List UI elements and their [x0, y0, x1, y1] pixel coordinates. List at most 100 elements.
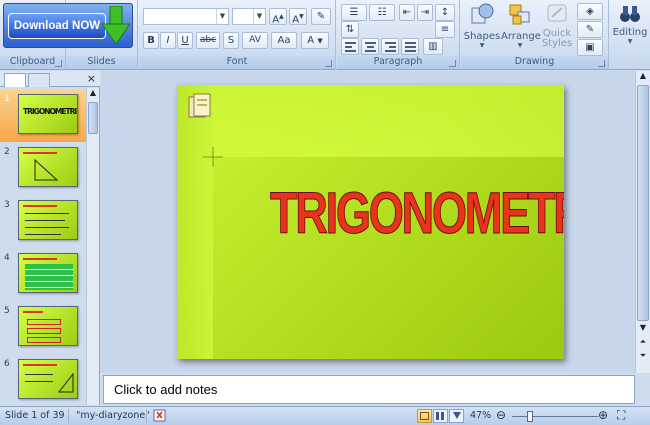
- zoom-level[interactable]: 47%: [470, 410, 491, 421]
- shapes-icon: [471, 3, 494, 24]
- shrink-font-button[interactable]: A▼: [289, 8, 307, 25]
- zoom-out-icon[interactable]: ⊖: [496, 408, 506, 422]
- slide-title[interactable]: TRIGONOMETRI: [270, 180, 564, 248]
- thumb-line: [25, 374, 53, 375]
- status-divider: [68, 409, 69, 423]
- numbered-list-icon: ☷: [377, 7, 387, 18]
- slide-preview: [18, 306, 78, 346]
- previous-slide-icon[interactable]: ⏶: [636, 337, 650, 349]
- spelling-icon: [153, 409, 166, 422]
- slide-preview: [18, 253, 78, 293]
- slide-canvas[interactable]: TRIGONOMETRI: [177, 85, 564, 359]
- align-right-button[interactable]: [381, 38, 399, 55]
- paragraph-launcher-icon[interactable]: [449, 60, 456, 67]
- slide-show-icon: [452, 412, 461, 419]
- bold-button[interactable]: B: [143, 32, 159, 49]
- drawing-group-label: Drawing: [461, 56, 608, 69]
- scroll-thumb[interactable]: [88, 102, 98, 134]
- slide-number: 1: [4, 94, 10, 104]
- align-text-icon: ≡: [440, 24, 450, 35]
- line-spacing-button[interactable]: ↕: [435, 4, 455, 21]
- notes-pane[interactable]: Click to add notes: [103, 375, 635, 404]
- columns-button[interactable]: ▥: [423, 38, 443, 55]
- slides-pane-scrollbar[interactable]: ▲: [86, 88, 99, 405]
- fit-to-window-icon[interactable]: ⛶: [617, 408, 625, 423]
- line-spacing-icon: ↕: [440, 7, 450, 18]
- slide-sorter-view-button[interactable]: [433, 409, 448, 423]
- text-shadow-button[interactable]: S: [223, 32, 239, 49]
- increase-indent-button[interactable]: ⇥: [417, 4, 433, 21]
- slide-thumbnail-6[interactable]: 6: [0, 355, 86, 405]
- clear-formatting-button[interactable]: ✎: [311, 8, 331, 25]
- font-color-label: A: [307, 35, 315, 46]
- shapes-button[interactable]: Shapes ▼: [463, 2, 501, 49]
- change-case-button[interactable]: Aa: [271, 32, 297, 49]
- next-slide-icon[interactable]: ⏷: [636, 351, 650, 363]
- italic-button[interactable]: I: [160, 32, 176, 49]
- shape-effects-button[interactable]: ▣: [577, 39, 603, 56]
- bullets-button[interactable]: ☰: [341, 4, 367, 21]
- strikethrough-button[interactable]: abc: [196, 32, 220, 49]
- normal-view-button[interactable]: [417, 409, 432, 423]
- align-center-button[interactable]: [361, 38, 379, 55]
- slides-pane: × 1 TRIGONOMETRI 2 3 4 5 6 ▲: [0, 71, 100, 405]
- slide-thumbnail-1[interactable]: 1 TRIGONOMETRI: [0, 90, 86, 142]
- download-arrow-icon: [102, 6, 130, 45]
- thumb-box: [27, 337, 61, 343]
- ribbon: Clipboard Slides Download NOW ▼ ▼ A▲ A▼ …: [0, 0, 650, 70]
- editing-area-scrollbar[interactable]: ▲ ▼ ⏶ ⏷: [635, 71, 650, 373]
- download-ad-banner[interactable]: Download NOW: [3, 3, 133, 48]
- font-color-button[interactable]: A ▼: [301, 32, 329, 49]
- slide-thumbnail-3[interactable]: 3: [0, 196, 86, 248]
- scroll-up-icon[interactable]: ▲: [87, 88, 99, 100]
- font-name-combo[interactable]: ▼: [143, 8, 229, 25]
- editing-button[interactable]: Editing ▼: [612, 4, 648, 45]
- zoom-slider[interactable]: [512, 416, 598, 417]
- editing-label: Editing: [612, 27, 648, 38]
- align-left-button[interactable]: [341, 38, 359, 55]
- slide-show-button[interactable]: [449, 409, 464, 423]
- character-spacing-button[interactable]: AV: [242, 32, 268, 49]
- slide-thumbnail-5[interactable]: 5: [0, 302, 86, 354]
- slide-thumbnail-4[interactable]: 4: [0, 249, 86, 301]
- effects-icon: ▣: [585, 42, 595, 53]
- align-text-button[interactable]: ≡: [435, 21, 455, 38]
- justify-button[interactable]: [401, 38, 419, 55]
- grow-font-button[interactable]: A▲: [269, 8, 287, 25]
- paint-bucket-icon: ◈: [586, 6, 594, 17]
- status-bar: Slide 1 of 39 "my-diaryzone" 47% ⊖ ⊕ ⛶: [0, 406, 650, 425]
- slide-band: [177, 85, 213, 359]
- shape-outline-button[interactable]: ✎: [577, 21, 603, 38]
- scroll-up-icon[interactable]: ▲: [636, 71, 650, 83]
- zoom-in-icon[interactable]: ⊕: [598, 408, 608, 422]
- thumb-title: TRIGONOMETRI: [23, 107, 77, 116]
- drawing-launcher-icon[interactable]: [598, 60, 605, 67]
- font-launcher-icon[interactable]: [325, 60, 332, 67]
- numbering-button[interactable]: ☷: [369, 4, 395, 21]
- close-pane-icon[interactable]: ×: [87, 72, 96, 85]
- paragraph-group: ☰ ☷ ⇤ ⇥ ↕ ⇅ ≡ ▥ Paragraph: [337, 0, 460, 70]
- scroll-thumb[interactable]: [637, 85, 649, 321]
- zoom-slider-handle[interactable]: [526, 411, 533, 422]
- thumb-line: [25, 220, 65, 221]
- tab-slides[interactable]: [4, 73, 26, 87]
- scroll-down-icon[interactable]: ▼: [636, 323, 650, 335]
- indent-icon: ⇥: [420, 7, 430, 18]
- quick-styles-label: Quick Styles: [541, 28, 573, 49]
- slide-thumbnail-2[interactable]: 2: [0, 143, 86, 195]
- spell-check-icon[interactable]: [153, 409, 169, 425]
- tab-outline[interactable]: [28, 73, 50, 87]
- shape-fill-button[interactable]: ◈: [577, 3, 603, 20]
- font-size-combo[interactable]: ▼: [232, 8, 266, 25]
- quick-styles-button[interactable]: Quick Styles: [539, 2, 575, 49]
- underline-button[interactable]: U: [177, 32, 193, 49]
- download-now-button[interactable]: Download NOW: [8, 13, 106, 39]
- clipboard-launcher-icon[interactable]: [55, 60, 62, 67]
- slide-number: 3: [4, 200, 10, 210]
- decrease-indent-button[interactable]: ⇤: [399, 4, 415, 21]
- text-direction-button[interactable]: ⇅: [341, 21, 359, 38]
- arrange-button[interactable]: Arrange ▼: [501, 2, 541, 49]
- shapes-label: Shapes: [463, 31, 501, 42]
- thumb-heading: [23, 152, 57, 154]
- chevron-down-icon: ▼: [479, 42, 485, 49]
